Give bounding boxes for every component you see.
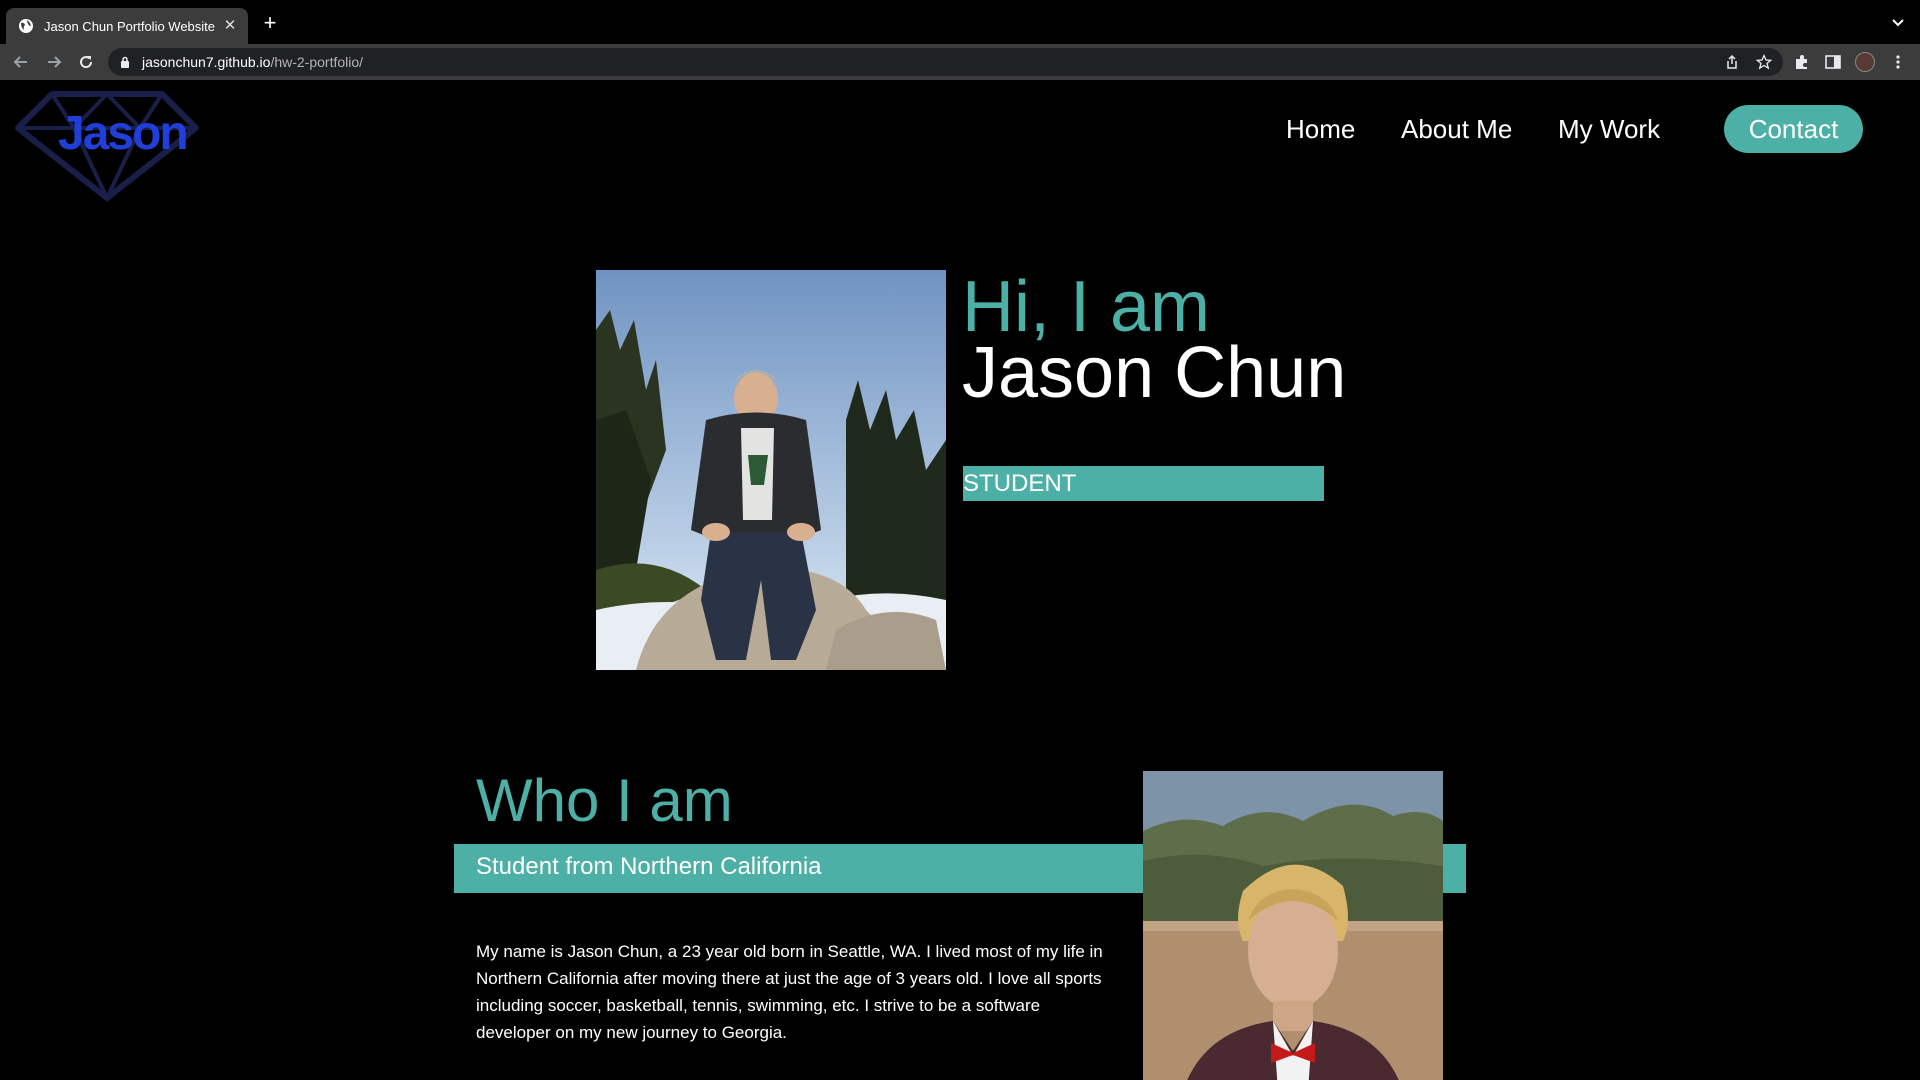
extensions-icon[interactable] [1793,53,1811,71]
star-icon[interactable] [1756,54,1772,70]
portfolio-page: Jason Home About Me My Work Contact Hi, … [0,80,1920,1080]
url-path: /hw-2-portfolio/ [270,54,364,70]
nav-about-me[interactable]: About Me [1401,114,1512,145]
nav-my-work[interactable]: My Work [1558,114,1660,145]
sidebar-icon[interactable] [1824,53,1842,71]
back-icon[interactable] [11,52,31,72]
globe-icon [19,19,33,33]
contact-button[interactable]: Contact [1724,105,1863,153]
chevron-down-icon[interactable] [1890,14,1906,30]
nav-home[interactable]: Home [1286,114,1355,145]
close-icon[interactable]: ✕ [222,18,238,34]
forward-icon[interactable] [44,52,64,72]
profile-avatar[interactable] [1855,52,1875,72]
share-icon[interactable] [1724,54,1740,70]
url-host: jasonchun7.github.io [142,54,271,70]
about-bio: My name is Jason Chun, a 23 year old bor… [476,942,1103,1042]
browser-tab-active[interactable]: Jason Chun Portfolio Website ✕ [6,8,248,44]
url-text: jasonchun7.github.io/hw-2-portfolio/ [142,54,363,70]
role-badge: STUDENT [963,466,1324,501]
tab-title: Jason Chun Portfolio Website [44,18,216,34]
role-text: STUDENT [963,470,1077,497]
browser-toolbar: jasonchun7.github.io/hw-2-portfolio/ [0,44,1920,80]
reload-icon[interactable] [76,52,96,72]
lock-icon[interactable] [120,56,130,68]
logo-text: Jason [58,107,189,160]
site-logo[interactable]: Jason [14,90,200,202]
plus-icon[interactable]: + [260,12,280,34]
hero-name: Jason Chun [962,333,1347,413]
kebab-menu-icon[interactable] [1889,53,1907,71]
about-subheading: Student from Northern California [476,853,822,880]
about-heading: Who I am [476,767,733,834]
about-portrait-photo [1143,771,1443,1080]
browser-tab-strip: Jason Chun Portfolio Website ✕ + [0,0,1920,44]
address-bar[interactable]: jasonchun7.github.io/hw-2-portfolio/ [108,48,1783,76]
hero-photo [596,270,946,670]
